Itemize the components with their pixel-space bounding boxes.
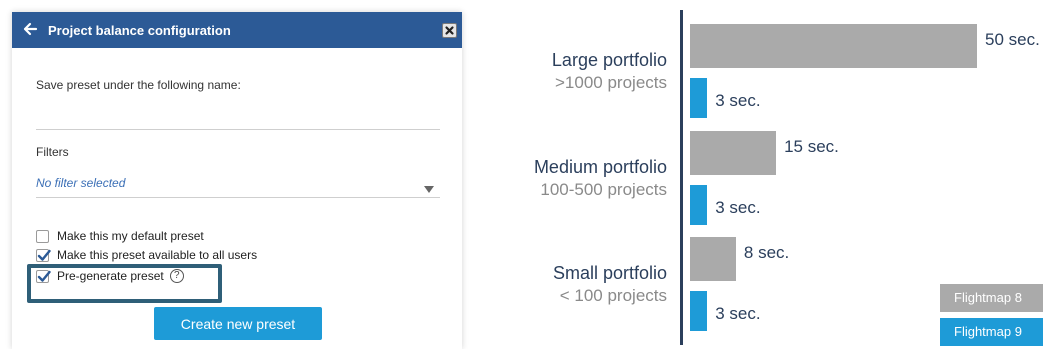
close-icon[interactable]: [442, 23, 457, 38]
pregenerate-preset-label: Pre-generate preset: [57, 269, 164, 283]
default-preset-checkbox[interactable]: Make this my default preset: [36, 228, 204, 244]
legend-item-flightmap-8: Flightmap 8: [940, 284, 1043, 312]
share-preset-label: Make this preset available to all users: [57, 248, 258, 262]
bar-value-label: 50 sec.: [985, 30, 1040, 49]
bar-value-label: 3 sec.: [715, 304, 761, 323]
legend-item-flightmap-9: Flightmap 9: [940, 318, 1043, 346]
category-subtitle: < 100 projects: [559, 286, 667, 305]
filter-selected-value: No filter selected: [36, 176, 126, 190]
chevron-down-icon: [424, 180, 434, 193]
category-title: Small portfolio: [552, 263, 667, 283]
bar-value-label: 15 sec.: [784, 137, 839, 156]
filter-dropdown[interactable]: No filter selected: [36, 170, 440, 198]
back-arrow-icon[interactable]: [22, 19, 40, 39]
category-title: Medium portfolio: [533, 157, 667, 177]
checkbox-checked-icon[interactable]: [36, 269, 51, 283]
filters-label: Filters: [36, 145, 69, 159]
checkbox-unchecked-icon[interactable]: [36, 229, 49, 243]
bar-flightmap-9: [690, 185, 708, 225]
dialog-header: Project balance configuration: [12, 12, 462, 48]
bar-value-label: 3 sec.: [715, 91, 761, 110]
dialog-title: Project balance configuration: [48, 23, 231, 38]
category-title: Large portfolio: [551, 50, 667, 70]
save-prompt-label: Save preset under the following name:: [36, 78, 241, 92]
share-preset-checkbox[interactable]: Make this preset available to all users: [36, 247, 257, 263]
y-axis-line: [680, 10, 683, 345]
bar-flightmap-8: [690, 24, 977, 68]
checkbox-checked-icon[interactable]: [36, 248, 51, 262]
preset-name-input[interactable]: [36, 112, 440, 130]
category-subtitle: >1000 projects: [555, 73, 667, 92]
bar-flightmap-8: [690, 237, 736, 281]
bar-value-label: 3 sec.: [715, 198, 761, 217]
bar-flightmap-9: [690, 78, 708, 118]
pregenerate-preset-checkbox[interactable]: Pre-generate preset ?: [36, 268, 184, 284]
bar-flightmap-9: [690, 291, 708, 331]
category-subtitle: 100-500 projects: [540, 180, 667, 199]
help-icon[interactable]: ?: [169, 269, 184, 283]
load-time-chart: Large portfolio >1000 projects Medium po…: [480, 0, 1043, 349]
bar-value-label: 8 sec.: [743, 243, 790, 262]
preset-dialog: Project balance configuration Save prese…: [12, 12, 462, 349]
default-preset-label: Make this my default preset: [57, 229, 204, 243]
bar-flightmap-8: [690, 131, 777, 175]
create-preset-button[interactable]: Create new preset: [154, 307, 322, 340]
